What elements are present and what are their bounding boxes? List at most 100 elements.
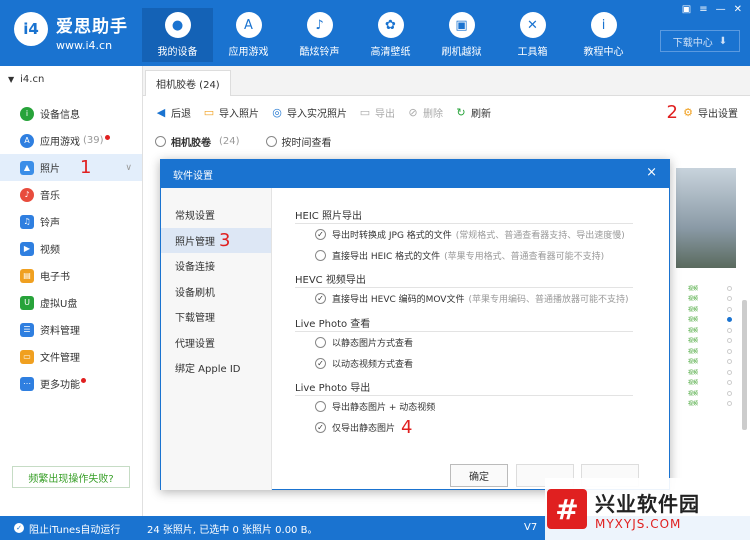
nav-apps[interactable]: A 应用游戏 <box>213 8 284 62</box>
window-controls: ▣ ≡ — ✕ <box>682 4 742 15</box>
settings-nav: 常规设置 照片管理 3 设备连接 设备刷机 下载管理 代理设置 绑定 Apple… <box>161 188 272 490</box>
export-icon: ▭ <box>359 105 371 119</box>
list-item[interactable]: 视频 <box>676 336 736 347</box>
settings-nav-download[interactable]: 下载管理 <box>161 304 271 330</box>
main-nav: ● 我的设备 A 应用游戏 ♪ 酷炫铃声 ✿ 高清壁纸 ▣ 刷机越狱 ✕ 工具箱… <box>142 8 639 62</box>
skin-icon[interactable]: ▣ <box>682 4 691 15</box>
list-item[interactable]: 视频 <box>676 399 736 410</box>
settings-nav-general[interactable]: 常规设置 <box>161 202 271 228</box>
sidebar-item-device-info[interactable]: i 设备信息 <box>0 100 142 127</box>
sidebar-item-ebooks[interactable]: ▤ 电子书 <box>0 262 142 289</box>
back-button[interactable]: ◀ 后退 <box>155 105 191 120</box>
sidebar-item-contacts[interactable]: ☰ 资料管理 <box>0 316 142 343</box>
close-icon[interactable]: × <box>646 165 657 180</box>
list-item[interactable]: 视频 <box>676 346 736 357</box>
sidebar-item-files[interactable]: ▭ 文件管理 <box>0 343 142 370</box>
option-view-dynamic[interactable]: ✓ 以动态视频方式查看 <box>295 353 633 374</box>
radio-by-time[interactable]: 按时间查看 <box>265 134 332 149</box>
nav-ringtones[interactable]: ♪ 酷炫铃声 <box>284 8 355 62</box>
app-name: 爱思助手 <box>56 17 128 37</box>
import-photo-button[interactable]: ▭ 导入照片 <box>203 105 259 120</box>
sidebar-item-photos[interactable]: ▲ 照片 1 ∨ <box>0 154 142 181</box>
list-item[interactable]: 视频 <box>676 388 736 399</box>
tab-camera-roll[interactable]: 相机胶卷 (24) <box>145 70 231 96</box>
tab-bar: 相机胶卷 (24) <box>143 66 750 96</box>
sidebar-item-ringtones[interactable]: ♫ 铃声 <box>0 208 142 235</box>
device-selector[interactable]: ▼ i4.cn <box>0 66 142 92</box>
nav-label: 工具箱 <box>517 47 548 58</box>
sidebar-item-label: 更多功能 <box>40 380 80 391</box>
sidebar-item-music[interactable]: ♪ 音乐 <box>0 181 142 208</box>
settings-nav-device-flash[interactable]: 设备刷机 <box>161 279 271 305</box>
back-label: 后退 <box>171 108 191 120</box>
settings-nav-device-connection[interactable]: 设备连接 <box>161 253 271 279</box>
chevron-down-icon: ▼ <box>8 74 15 84</box>
settings-nav-photo-management[interactable]: 照片管理 3 <box>161 227 271 253</box>
menu-icon[interactable]: ≡ <box>699 4 707 15</box>
device-name: i4.cn <box>20 73 45 85</box>
sidebar-item-more[interactable]: ⋯ 更多功能 <box>0 370 142 397</box>
nav-tutorials[interactable]: i 教程中心 <box>568 8 639 62</box>
annotation-number: 1 <box>80 157 92 178</box>
list-item[interactable]: 视频 <box>676 367 736 378</box>
sidebar-item-label: 资料管理 <box>40 326 80 337</box>
minimize-icon[interactable]: — <box>716 4 726 15</box>
scrollbar[interactable] <box>742 300 747 430</box>
nav-label: 教程中心 <box>583 47 624 58</box>
annotation-number: 4 <box>401 417 413 438</box>
nav-label: 我的设备 <box>157 47 198 58</box>
nav-label: 刷机越狱 <box>441 47 482 58</box>
list-item[interactable]: 视频 <box>676 304 736 315</box>
apple-icon: ● <box>164 12 191 38</box>
settings-nav-apple-id[interactable]: 绑定 Apple ID <box>161 355 271 381</box>
option-convert-jpg[interactable]: ✓ 导出时转换成 JPG 格式的文件 (常规格式、普通查看器支持、导出速度慢) <box>295 224 633 245</box>
annotation-number: 2 <box>666 101 678 123</box>
flower-icon: ✿ <box>377 12 404 38</box>
usb-icon: U <box>20 295 34 310</box>
settings-content: HEIC 照片导出 ✓ 导出时转换成 JPG 格式的文件 (常规格式、普通查看器… <box>273 188 670 490</box>
frequent-failure-help-button[interactable]: 频繁出现操作失败? <box>12 466 130 488</box>
refresh-button[interactable]: ↻ 刷新 <box>455 105 491 120</box>
unchecked-icon <box>315 337 326 348</box>
more-icon: ⋯ <box>20 376 34 391</box>
list-item[interactable]: 视频 <box>676 294 736 305</box>
export-settings-button[interactable]: 2 ⚙ 导出设置 <box>667 96 738 128</box>
radio-circle <box>265 135 277 147</box>
ok-button[interactable]: 确定 <box>450 464 508 487</box>
nav-flash[interactable]: ▣ 刷机越狱 <box>426 8 497 62</box>
option-direct-hevc[interactable]: ✓ 直接导出 HEVC 编码的MOV文件 (苹果专用编码、普通播放器可能不支持) <box>295 288 633 309</box>
checked-icon: ✓ <box>315 358 326 369</box>
info-icon: i <box>590 12 617 38</box>
section-title: HEIC 照片导出 <box>295 206 633 224</box>
list-item[interactable]: 视频 <box>676 378 736 389</box>
folder-icon: ▭ <box>20 349 34 364</box>
list-item[interactable]: 视频 <box>676 315 736 326</box>
nav-wallpapers[interactable]: ✿ 高清壁纸 <box>355 8 426 62</box>
sidebar-item-apps[interactable]: A 应用游戏 (39) <box>0 127 142 154</box>
nav-my-device[interactable]: ● 我的设备 <box>142 8 213 62</box>
dialog-title-bar: 软件设置 × <box>161 160 669 188</box>
contacts-icon: ☰ <box>20 322 34 337</box>
block-itunes-label: 阻止iTunes自动运行 <box>29 524 121 536</box>
list-item[interactable]: 视频 <box>676 357 736 368</box>
option-export-static-only[interactable]: ✓ 仅导出静态图片 4 <box>295 417 633 438</box>
unchecked-icon <box>315 401 326 412</box>
settings-nav-proxy[interactable]: 代理设置 <box>161 330 271 356</box>
close-icon[interactable]: ✕ <box>734 4 742 15</box>
view-filter: 相机胶卷 (24) 按时间查看 <box>143 128 750 154</box>
block-itunes-toggle[interactable]: ✓ 阻止iTunes自动运行 <box>0 521 143 536</box>
option-direct-heic[interactable]: 直接导出 HEIC 格式的文件 (苹果专用格式、普通查看器可能不支持) <box>295 245 633 266</box>
photo-thumbnail[interactable] <box>676 168 736 268</box>
download-center-button[interactable]: 下载中心 ⬇ <box>660 30 740 52</box>
list-item[interactable]: 视频 <box>676 283 736 294</box>
option-export-static-and-video[interactable]: 导出静态图片 + 动态视频 <box>295 396 633 417</box>
list-item[interactable]: 视频 <box>676 325 736 336</box>
import-live-photo-button[interactable]: ◎ 导入实况照片 <box>271 105 347 120</box>
option-view-static[interactable]: 以静态图片方式查看 <box>295 332 633 353</box>
delete-button[interactable]: ⊘ 删除 <box>407 105 443 120</box>
export-button[interactable]: ▭ 导出 <box>359 105 395 120</box>
sidebar-item-usb[interactable]: U 虚拟U盘 <box>0 289 142 316</box>
nav-toolbox[interactable]: ✕ 工具箱 <box>497 8 568 62</box>
radio-camera-roll[interactable]: 相机胶卷 (24) <box>155 134 240 149</box>
sidebar-item-videos[interactable]: ▶ 视频 <box>0 235 142 262</box>
